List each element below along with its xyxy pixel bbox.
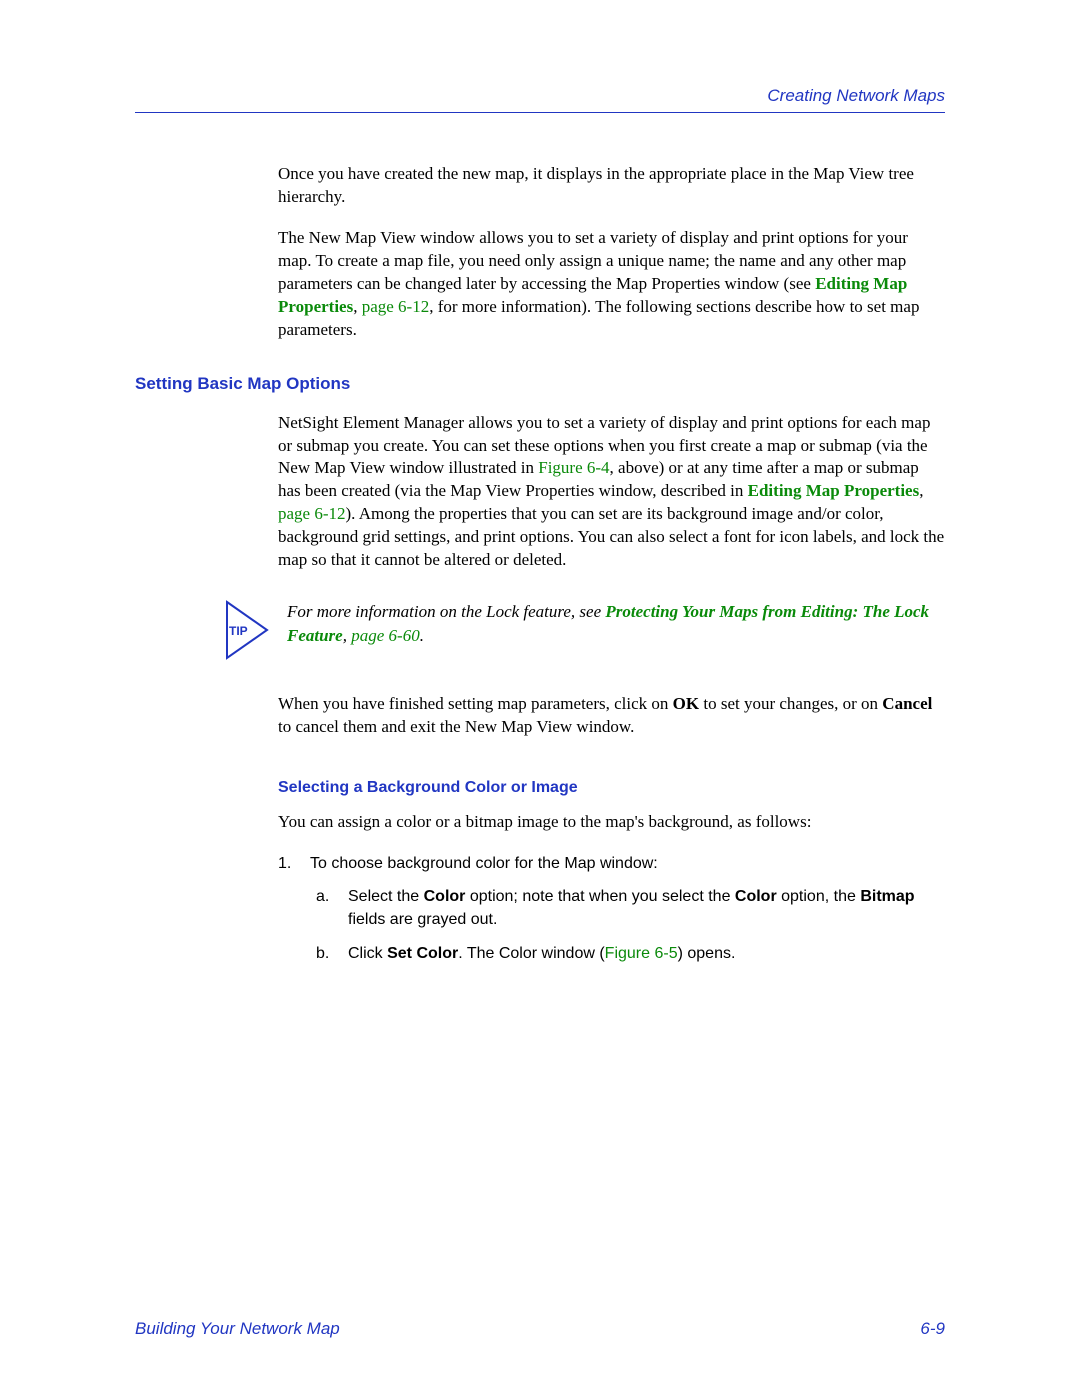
ordered-steps: 1. To choose background color for the Ma… [278,852,945,965]
ok-label: OK [673,694,699,713]
tip-text: For more information on the Lock feature… [287,600,945,648]
tip-icon: TIP [225,600,269,665]
figure-ref-6-4[interactable]: Figure 6-4 [538,458,609,477]
intro-block: Once you have created the new map, it di… [278,163,945,342]
page-ref-6-60[interactable]: page 6-60 [351,626,419,645]
page-ref-6-12-b[interactable]: page 6-12 [278,504,346,523]
heading-selecting-background: Selecting a Background Color or Image [278,779,945,797]
page: Creating Network Maps Once you have crea… [0,0,1080,1397]
step-1a: a. Select the Color option; note that wh… [316,885,945,931]
intro-paragraph-1: Once you have created the new map, it di… [278,163,945,209]
step-1-substeps: a. Select the Color option; note that wh… [316,885,945,965]
tip-callout: TIP For more information on the Lock fea… [225,600,945,665]
footer-chapter-title: Building Your Network Map [135,1319,340,1339]
after-tip-paragraph: When you have finished setting map param… [278,693,945,739]
link-editing-map-properties-2[interactable]: Editing Map Properties [748,481,920,500]
section2-lead: You can assign a color or a bitmap image… [278,811,945,834]
after-tip-block: When you have finished setting map param… [278,693,945,739]
header-section-title: Creating Network Maps [767,86,945,105]
cancel-label: Cancel [882,694,932,713]
section1-paragraph: NetSight Element Manager allows you to s… [278,412,945,573]
step-1: 1. To choose background color for the Ma… [278,852,945,875]
section1-body: NetSight Element Manager allows you to s… [278,412,945,573]
section2-lead-text: You can assign a color or a bitmap image… [278,811,945,834]
page-footer: Building Your Network Map 6-9 [135,1319,945,1339]
page-header: Creating Network Maps [135,86,945,113]
svg-text:TIP: TIP [229,624,248,638]
page-ref-6-12[interactable]: page 6-12 [362,297,430,316]
intro-paragraph-2: The New Map View window allows you to se… [278,227,945,342]
heading-setting-basic-map-options: Setting Basic Map Options [135,374,945,394]
step-1b: b. Click Set Color. The Color window (Fi… [316,942,945,965]
figure-ref-6-5[interactable]: Figure 6-5 [605,945,678,962]
footer-page-number: 6-9 [920,1319,945,1339]
